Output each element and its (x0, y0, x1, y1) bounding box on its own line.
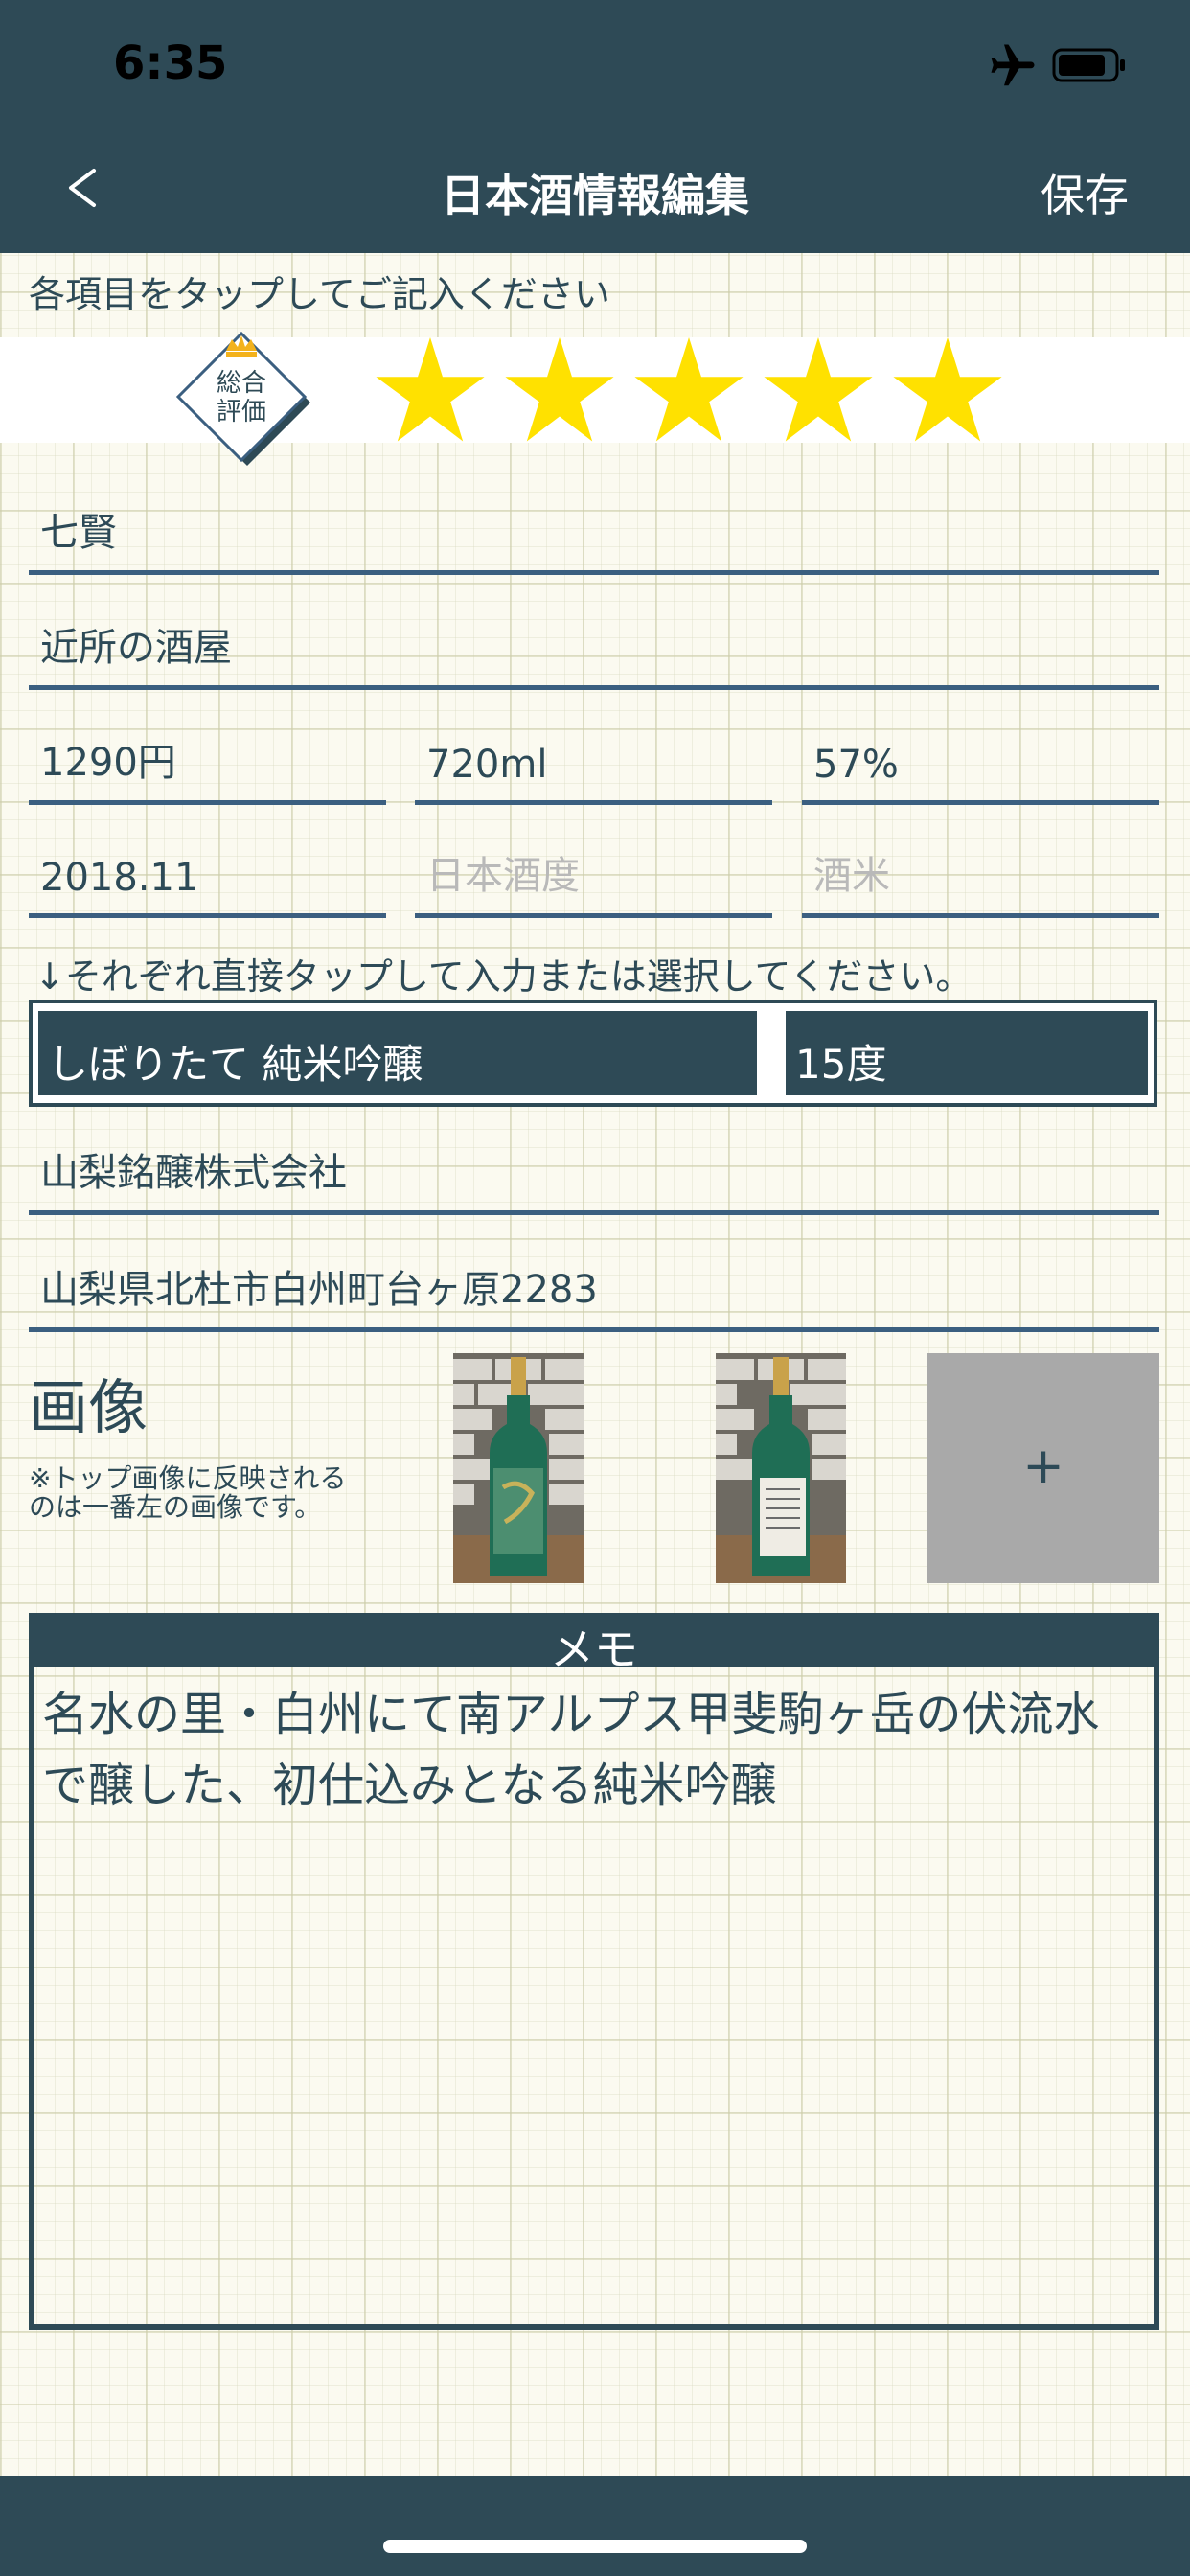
star-icon[interactable] (374, 337, 487, 445)
bottom-bar (0, 2476, 1190, 2576)
star-icon[interactable] (503, 337, 616, 445)
image-note: ※トップ画像に反映されるのは一番左の画像です。 (29, 1462, 347, 1523)
page-title: 日本酒情報編集 (441, 170, 749, 221)
sake-photo-front[interactable] (453, 1353, 584, 1583)
sake-photo-back[interactable] (716, 1353, 846, 1583)
badge-line1: 総合 (217, 369, 266, 398)
polish-ratio-field[interactable]: 57% (802, 721, 1159, 805)
add-image-button[interactable]: + (927, 1353, 1159, 1583)
alcohol-selector[interactable]: 15度 (786, 1011, 1148, 1095)
crown-icon (226, 335, 257, 356)
memo-header: メモ (29, 1613, 1159, 1675)
image-section-heading: 画像 (29, 1372, 149, 1442)
brewery-address-field[interactable]: 山梨県北杜市白州町台ヶ原2283 (29, 1248, 1159, 1332)
star-icon[interactable] (762, 337, 875, 445)
save-button[interactable]: 保存 (1041, 161, 1129, 224)
sake-meter-field[interactable]: 日本酒度 (415, 834, 772, 918)
selection-instruction: ↓それぞれ直接タップして入力または選択してください。 (34, 955, 973, 998)
status-time: 6:35 (113, 36, 228, 90)
airplane-mode-icon (991, 44, 1035, 86)
overall-rating-badge: 総合 評価 (175, 331, 310, 466)
volume-field[interactable]: 720ml (415, 721, 772, 805)
home-indicator[interactable] (383, 2540, 807, 2553)
price-field[interactable]: 1290円 (29, 721, 386, 805)
date-field[interactable]: 2018.11 (29, 834, 386, 918)
plus-icon: + (1022, 1438, 1064, 1495)
memo-text: 名水の里・白州にて南アルプス甲斐駒ヶ岳の伏流水で醸した、初仕込みとなる純米吟醸 (42, 1688, 1100, 1812)
brewery-name-field[interactable]: 山梨銘醸株式会社 (29, 1131, 1159, 1215)
purchase-place-field[interactable]: 近所の酒屋 (29, 606, 1159, 690)
star-icon[interactable] (632, 337, 745, 445)
sake-type-selector[interactable]: しぼりたて 純米吟醸 (38, 1011, 757, 1095)
instruction-text: 各項目をタップしてご記入ください (29, 273, 610, 315)
badge-line2: 評価 (217, 398, 266, 426)
sake-name-field[interactable]: 七賢 (29, 491, 1159, 575)
rice-field[interactable]: 酒米 (802, 834, 1159, 918)
star-icon[interactable] (891, 337, 1004, 445)
battery-icon (1052, 48, 1125, 82)
